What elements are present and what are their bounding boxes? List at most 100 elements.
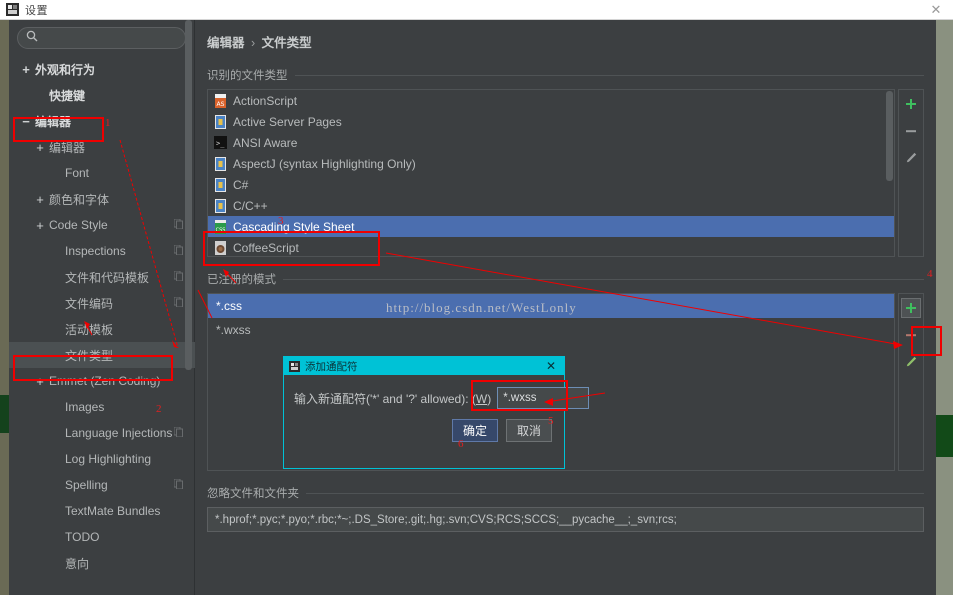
filetypes-section-header: 识别的文件类型 [207,67,924,83]
add-filetype-button[interactable] [901,94,921,114]
filetype-row[interactable]: C# [208,174,894,195]
filetype-row[interactable]: CSS Cascading Style Sheet [208,216,894,237]
add-pattern-button[interactable] [901,298,921,318]
filetype-label: Cascading Style Sheet [233,219,355,234]
sidebar-scrollbar-thumb[interactable] [185,20,192,370]
sidebar-item-0[interactable]: + 外观和行为 [9,56,195,82]
dialog-app-icon [289,360,300,372]
pattern-row[interactable]: *.wxss [208,318,894,342]
breadcrumb-separator: › [251,36,256,50]
dialog-label-text: 输入新通配符('*' and '?' allowed): ( [294,391,476,406]
dialog-label: 输入新通配符('*' and '?' allowed): (W) [294,390,491,407]
copy-settings-icon[interactable] [173,270,183,284]
sidebar-item-17[interactable]: TextMate Bundles [9,498,195,524]
filetypes-list[interactable]: AS ActionScript Active Server Pages >_ ANSI … [207,89,895,257]
dialog-titlebar: 添加通配符 ✕ [284,357,564,375]
sidebar-scrollbar[interactable] [185,20,192,559]
ignore-files-input[interactable] [207,507,924,532]
settings-sidebar: + 外观和行为 快捷键 − 编辑器 + 编辑器 Font + 颜色和字体 + Code Style In… [9,20,195,595]
filetype-label: C# [233,177,249,192]
sidebar-item-19[interactable]: 意向 [9,550,195,576]
sidebar-item-2[interactable]: − 编辑器 [9,108,195,134]
add-wildcard-dialog: 添加通配符 ✕ 输入新通配符('*' and '?' allowed): (W)… [283,356,590,469]
sidebar-item-label: 颜色和字体 [49,192,110,207]
sidebar-item-label: 文件和代码模板 [65,270,150,285]
coffeescript-file-icon [214,240,227,255]
copy-settings-icon[interactable] [173,478,183,492]
filetype-row[interactable]: AspectJ (syntax Highlighting Only) [208,153,894,174]
sidebar-item-6[interactable]: + Code Style [9,212,195,238]
expand-icon[interactable]: + [31,219,49,232]
ide-settings-icon [6,3,19,16]
settings-tree: + 外观和行为 快捷键 − 编辑器 + 编辑器 Font + 颜色和字体 + Code Style In… [9,56,195,595]
remove-pattern-button[interactable] [901,325,921,345]
filetype-row[interactable]: C/C++ [208,195,894,216]
sidebar-item-label: 文件编码 [65,296,114,311]
ignore-section-title: 忽略文件和文件夹 [207,488,299,500]
collapse-icon[interactable]: − [17,115,35,128]
sidebar-item-18[interactable]: TODO [9,524,195,550]
expand-icon[interactable]: + [31,375,49,388]
sidebar-item-5[interactable]: + 颜色和字体 [9,186,195,212]
window-close-button[interactable]: ✕ [925,0,947,20]
sidebar-item-3[interactable]: + 编辑器 [9,134,195,160]
filetypes-scrollbar-thumb[interactable] [886,91,893,181]
generic-file-icon [214,114,227,129]
sidebar-item-1[interactable]: 快捷键 [9,82,195,108]
settings-window: 设置 ✕ + 外观和行为 快捷键 − 编辑器 + 编辑器 Font + 颜色和字体 + Code St… [0,0,953,595]
search-box[interactable] [17,27,186,49]
svg-text:CSS: CSS [216,227,226,233]
filetype-row[interactable]: CoffeeScript [208,237,894,256]
filetype-row[interactable]: AS ActionScript [208,90,894,111]
sidebar-item-12[interactable]: + Emmet (Zen Coding) [9,368,195,394]
sidebar-item-label: 外观和行为 [35,62,96,77]
expand-icon[interactable]: + [31,193,49,206]
copy-settings-icon[interactable] [173,218,183,232]
breadcrumb-current: 文件类型 [261,36,312,50]
sidebar-item-14[interactable]: Language Injections [9,420,195,446]
sidebar-item-11[interactable]: 文件类型 [9,342,195,368]
background-green-marker-left [0,395,9,433]
remove-filetype-button[interactable] [901,121,921,141]
filetype-label: ActionScript [233,93,298,108]
sidebar-item-label: Spelling [65,478,108,492]
dialog-button-row: 确定 取消 [284,409,564,442]
copy-settings-icon[interactable] [173,296,183,310]
dialog-label-tail: ) [487,391,492,406]
filetypes-section: 识别的文件类型 AS ActionScript Active Server Page… [207,67,924,257]
generic-file-icon [214,156,227,171]
generic-file-icon [214,177,227,192]
sidebar-item-15[interactable]: Log Highlighting [9,446,195,472]
settings-body: + 外观和行为 快捷键 − 编辑器 + 编辑器 Font + 颜色和字体 + Code Style In… [9,20,936,595]
dialog-ok-button[interactable]: 确定 [452,419,498,442]
filetype-row[interactable]: Active Server Pages [208,111,894,132]
sidebar-item-16[interactable]: Spelling [9,472,195,498]
expand-icon[interactable]: + [17,63,35,76]
dialog-close-button[interactable]: ✕ [543,359,559,373]
sidebar-item-9[interactable]: 文件编码 [9,290,195,316]
sidebar-item-label: Font [65,166,90,180]
sidebar-item-13[interactable]: Images [9,394,195,420]
dialog-cancel-button[interactable]: 取消 [506,419,552,442]
ansi-terminal-icon: >_ [214,135,227,150]
sidebar-item-7[interactable]: Inspections [9,238,195,264]
sidebar-item-4[interactable]: Font [9,160,195,186]
edit-filetype-button[interactable] [901,148,921,168]
search-input[interactable] [43,32,177,44]
wildcard-input[interactable] [497,387,590,409]
css-file-icon: CSS [214,219,227,234]
sidebar-item-8[interactable]: 文件和代码模板 [9,264,195,290]
edit-pattern-button[interactable] [901,352,921,372]
copy-settings-icon[interactable] [173,244,183,258]
svg-text:AS: AS [217,101,225,108]
filetype-row[interactable]: >_ ANSI Aware [208,132,894,153]
patterns-section-header: 已注册的模式 [207,271,924,287]
filetype-label: Active Server Pages [233,114,342,129]
sidebar-item-label: Log Highlighting [65,452,152,466]
sidebar-item-10[interactable]: 活动模板 [9,316,195,342]
expand-icon[interactable]: + [31,141,49,154]
section-divider [306,492,924,494]
breadcrumb-parent[interactable]: 编辑器 [207,36,245,50]
pattern-row[interactable]: *.css [208,294,894,318]
copy-settings-icon[interactable] [173,426,183,440]
